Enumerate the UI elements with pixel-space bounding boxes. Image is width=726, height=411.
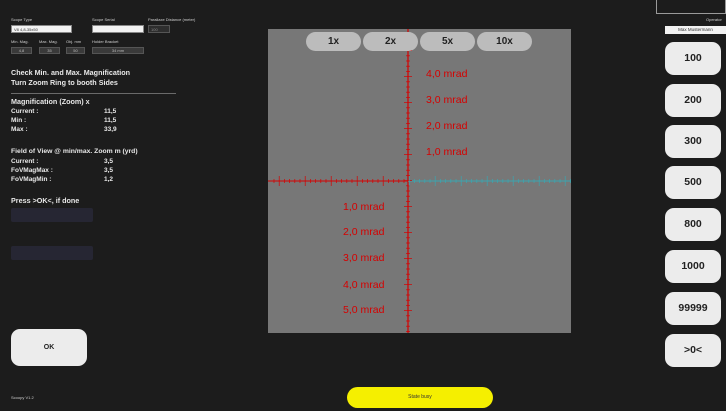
obj-mm-value: 50 [66, 47, 85, 54]
operator-field[interactable]: Max Mustermann [665, 26, 726, 34]
scope-type-label: Scope Type [11, 17, 33, 22]
fov-current-value: 3,5 [104, 158, 114, 165]
distance-1000-button[interactable]: 1000 [665, 250, 721, 283]
instruction-line-2: Turn Zoom Ring to booth Sides [11, 78, 118, 87]
zoom-5x-button[interactable]: 5x [420, 32, 475, 51]
magnification-heading: Magnification (Zoom) x [11, 97, 90, 106]
state-badge: State busy [347, 387, 493, 408]
holder-bracket-label: Holder Bracket [92, 39, 119, 44]
version-label: Scoopy V1.2 [11, 395, 34, 400]
distance-500-button[interactable]: 500 [665, 166, 721, 199]
zoom-10x-button[interactable]: 10x [477, 32, 532, 51]
mrad-label-down-1: 1,0 mrad [343, 201, 385, 213]
mrad-label-down-4: 4,0 mrad [343, 279, 385, 291]
max-mag-label: Max. Mag. [39, 39, 58, 44]
window-frame-corner [656, 0, 726, 14]
ok-button[interactable]: OK [11, 329, 87, 366]
reticle [268, 29, 571, 333]
scope-serial-field[interactable] [92, 25, 144, 33]
mrad-label-up-3: 3,0 mrad [426, 94, 468, 106]
zoom-2x-button[interactable]: 2x [363, 32, 418, 51]
parallax-distance-field[interactable]: 100 [148, 25, 170, 33]
zoom-1x-button[interactable]: 1x [306, 32, 361, 51]
mag-current-value: 11,5 [104, 108, 117, 115]
mag-max-value: 33,9 [104, 126, 117, 133]
mag-min-label: Min : [11, 117, 27, 124]
mrad-label-down-3: 3,0 mrad [343, 252, 385, 264]
fov-magmax-label: FoVMagMax : [11, 167, 53, 174]
mrad-label-down-2: 2,0 mrad [343, 226, 385, 238]
fov-magmin-label: FoVMagMin : [11, 176, 52, 183]
max-mag-value: 35 [39, 47, 60, 54]
operator-label: Operator [706, 17, 722, 22]
scope-serial-label: Scope Serial [92, 17, 115, 22]
fov-current-label: Current : [11, 158, 39, 165]
fov-magmax-value: 3,5 [104, 167, 114, 174]
fov-heading: Field of View @ min/max. Zoom m (yrd) [11, 148, 138, 155]
distance-99999-button[interactable]: 99999 [665, 292, 721, 325]
distance-300-button[interactable]: 300 [665, 125, 721, 158]
fov-magmin-value: 1,2 [104, 176, 114, 183]
mag-max-label: Max : [11, 126, 28, 133]
parallax-distance-label: Parallaxe Distance (meter) [148, 17, 196, 22]
scope-view[interactable]: 1x 2x 5x 10x 4,0 mrad 3,0 mrad 2,0 mrad … [268, 29, 571, 333]
mrad-label-up-1: 1,0 mrad [426, 146, 468, 158]
distance-800-button[interactable]: 800 [665, 208, 721, 241]
mrad-label-up-4: 4,0 mrad [426, 68, 468, 80]
holder-bracket-value: 34 mm [92, 47, 144, 54]
scope-type-field[interactable]: V8 4,8-35x50 [11, 25, 72, 33]
mag-min-value: 11,5 [104, 117, 117, 124]
mag-current-label: Current : [11, 108, 39, 115]
distance-200-button[interactable]: 200 [665, 84, 721, 117]
ghost-field [11, 208, 93, 222]
divider [11, 93, 176, 94]
distance-100-button[interactable]: 100 [665, 42, 721, 75]
press-ok-instruction: Press >OK<, if done [11, 196, 80, 205]
ghost-field [11, 246, 93, 260]
obj-mm-label: Obj. mm [66, 39, 82, 44]
min-mag-label: Min. Mag. [11, 39, 29, 44]
min-mag-value: 4,8 [11, 47, 32, 54]
mrad-label-up-2: 2,0 mrad [426, 120, 468, 132]
zero-reset-button[interactable]: >0< [665, 334, 721, 367]
instruction-line-1: Check Min. and Max. Magnification [11, 68, 131, 77]
mrad-label-down-5: 5,0 mrad [343, 304, 385, 316]
